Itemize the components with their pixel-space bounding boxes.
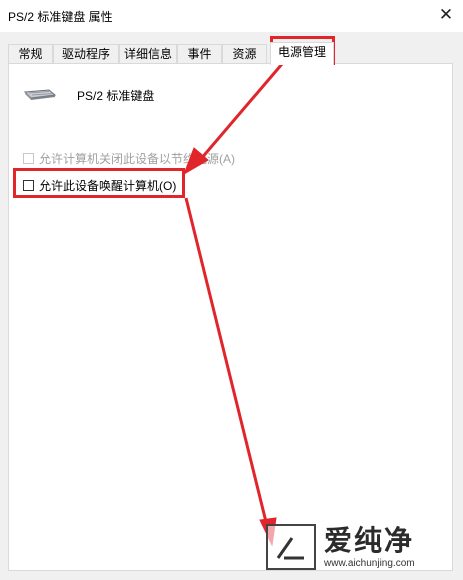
keyboard-icon <box>23 89 57 100</box>
watermark-url: www.aichunjing.com <box>324 557 415 569</box>
allow-turn-off-checkbox[interactable]: 允许计算机关闭此设备以节约电源(A) <box>23 150 235 167</box>
dialog-body: 常规 驱动程序 详细信息 事件 资源 电源管理 PS/2 标准键盘 允许计算机关… <box>0 32 463 580</box>
tab-details[interactable]: 详细信息 <box>119 44 177 63</box>
window-title: PS/2 标准键盘 属性 <box>8 10 113 24</box>
allow-turn-off-label: 允许计算机关闭此设备以节约电源(A) <box>39 152 235 166</box>
checkbox-box <box>23 180 34 191</box>
allow-wake-label: 允许此设备唤醒计算机(O) <box>39 179 177 193</box>
close-icon: ✕ <box>438 5 454 24</box>
watermark-name: 爱纯净 <box>324 524 415 556</box>
close-button[interactable]: ✕ <box>433 4 459 26</box>
tab-strip: 常规 驱动程序 详细信息 事件 资源 电源管理 <box>8 42 453 65</box>
checkbox-box <box>23 153 34 164</box>
device-name: PS/2 标准键盘 <box>77 89 155 103</box>
tab-events[interactable]: 事件 <box>177 44 222 63</box>
power-management-panel: PS/2 标准键盘 允许计算机关闭此设备以节约电源(A) 允许此设备唤醒计算机(… <box>8 63 453 571</box>
tab-resources[interactable]: 资源 <box>222 44 267 63</box>
tab-driver[interactable]: 驱动程序 <box>53 44 119 63</box>
tab-general[interactable]: 常规 <box>8 44 53 63</box>
watermark-logo-icon <box>266 524 316 570</box>
watermark: 爱纯净 www.aichunjing.com <box>266 520 456 574</box>
allow-wake-checkbox[interactable]: 允许此设备唤醒计算机(O) <box>23 177 176 194</box>
tab-power-management[interactable]: 电源管理 <box>270 42 334 65</box>
title-bar: PS/2 标准键盘 属性 ✕ <box>0 0 463 32</box>
